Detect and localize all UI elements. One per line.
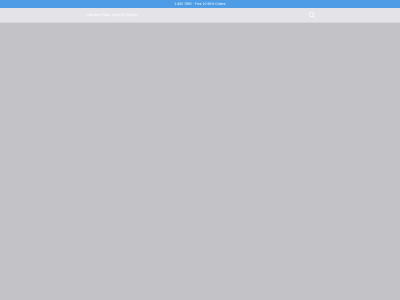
promo-bar: 1-800 7890 · Free 10 50% Orders bbox=[0, 0, 400, 8]
nav-link-collection[interactable]: Collection Picks bbox=[86, 8, 110, 22]
nav-bar: Collection Picks Shop by Recipes bbox=[0, 8, 400, 23]
nav-link-recipes[interactable]: Shop by Recipes bbox=[112, 8, 138, 22]
modal-overlay[interactable] bbox=[0, 23, 400, 300]
promo-text: 1-800 7890 · Free 10 50% Orders bbox=[174, 2, 226, 6]
search-icon[interactable] bbox=[308, 11, 316, 19]
page: 1-800 7890 · Free 10 50% Orders Collecti… bbox=[0, 0, 400, 300]
